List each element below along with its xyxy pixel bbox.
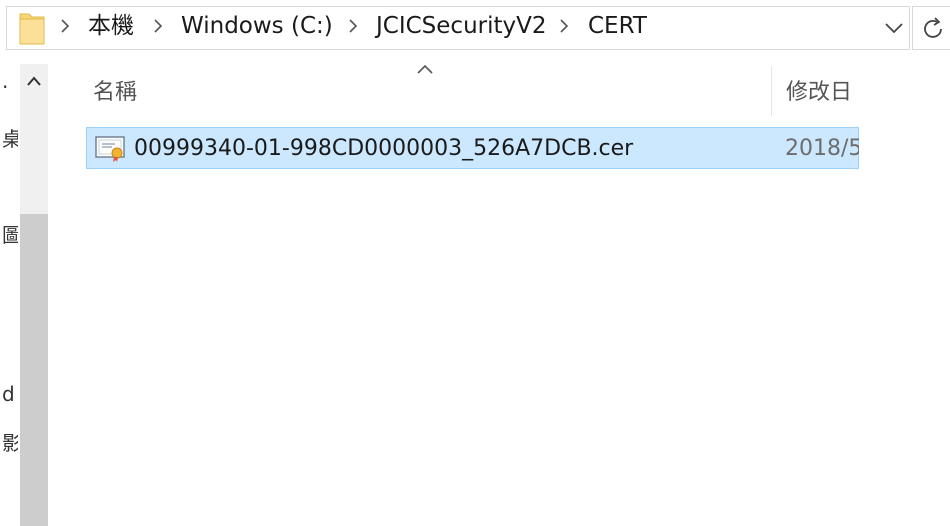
folder-icon <box>18 10 46 46</box>
refresh-icon <box>921 16 947 42</box>
column-divider[interactable] <box>771 66 772 116</box>
nav-item-fragment[interactable]: 影 <box>2 430 18 456</box>
chevron-right-icon[interactable] <box>346 13 360 39</box>
nav-item-fragment[interactable]: 桌 <box>2 126 18 152</box>
chevron-down-icon[interactable] <box>882 14 906 42</box>
chevron-right-icon[interactable] <box>557 13 571 39</box>
breadcrumb-item-cert[interactable]: CERT <box>588 12 647 40</box>
breadcrumb-item-windows-c[interactable]: Windows (C:) <box>181 12 333 40</box>
nav-item-fragment[interactable]: d <box>2 381 18 407</box>
column-header-name[interactable]: 名稱 <box>93 74 763 112</box>
certificate-icon <box>95 135 127 163</box>
file-list <box>52 54 862 526</box>
nav-scrollbar-thumb[interactable] <box>20 214 48 526</box>
chevron-right-icon[interactable] <box>151 13 165 39</box>
nav-item-fragment[interactable]: 圖 <box>2 222 18 248</box>
breadcrumb-item-jcicsecurityv2[interactable]: JCICSecurityV2 <box>376 12 547 40</box>
nav-item-fragment[interactable]: · <box>2 74 18 100</box>
column-header-modified[interactable]: 修改日 <box>786 74 860 112</box>
file-row[interactable]: 00999340-01-998CD0000003_526A7DCB.cer 20… <box>86 127 859 169</box>
file-modified-date: 2018/5 <box>785 136 859 161</box>
file-name: 00999340-01-998CD0000003_526A7DCB.cer <box>134 136 634 161</box>
address-bar-area: 本機 Windows (C:) JCICSecurityV2 CERT <box>0 0 950 54</box>
chevron-up-icon[interactable] <box>20 64 48 100</box>
breadcrumb-item-this-pc[interactable]: 本機 <box>88 12 134 40</box>
file-list-empty-area <box>862 54 950 526</box>
refresh-button[interactable] <box>912 6 950 50</box>
chevron-right-icon[interactable] <box>58 13 72 39</box>
